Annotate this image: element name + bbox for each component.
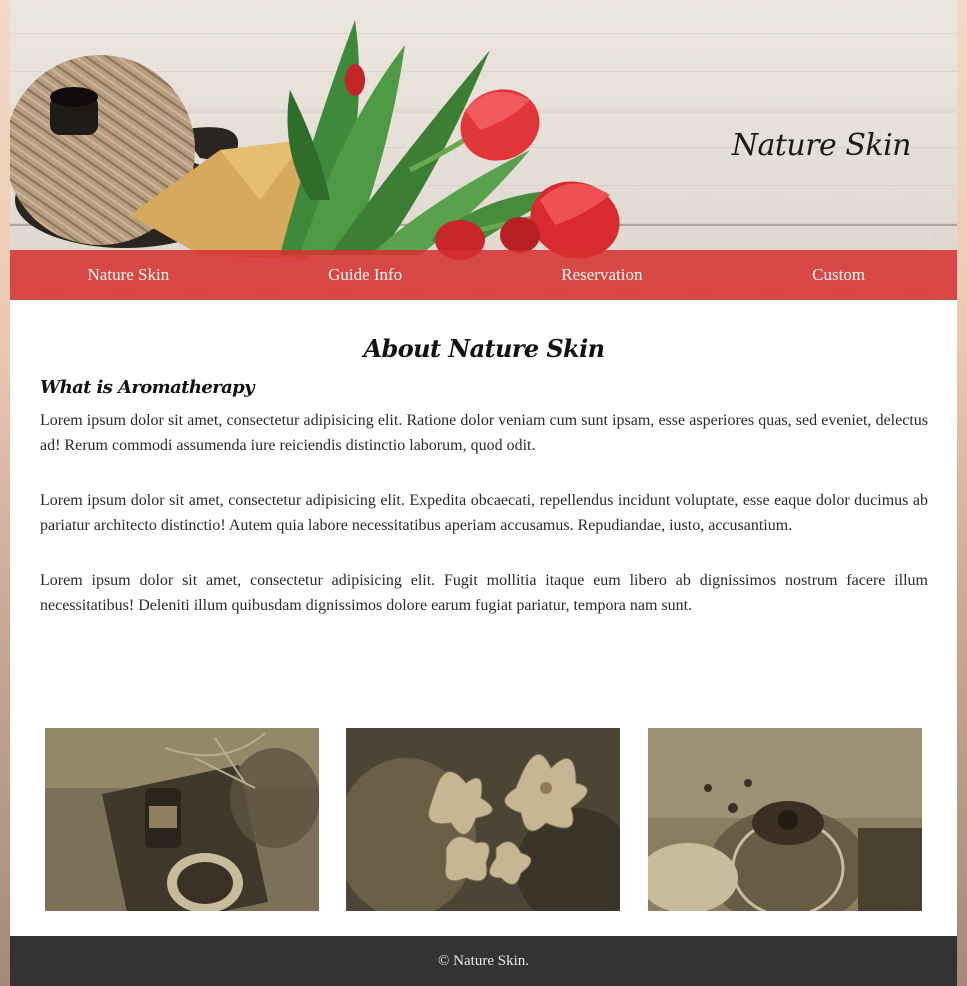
hero-banner: Nature Skin Nature Skin Guide Info Reser… bbox=[10, 0, 957, 300]
page-title: About Nature Skin bbox=[363, 334, 606, 363]
nav-item-reservation[interactable]: Reservation bbox=[484, 250, 721, 300]
aroma-oil-tea-photo bbox=[45, 728, 319, 911]
section-title: What is Aromatherapy bbox=[40, 377, 255, 398]
paragraph-3: Lorem ipsum dolor sit amet, consectetur … bbox=[40, 572, 928, 614]
main-content: About Nature Skin What is Aromatherapy L… bbox=[40, 300, 928, 648]
footer-copyright: © Nature Skin. bbox=[438, 952, 529, 969]
paragraph-2: Lorem ipsum dolor sit amet, consectetur … bbox=[40, 492, 928, 534]
nav-item-custom[interactable]: Custom bbox=[720, 250, 957, 300]
paragraph-1: Lorem ipsum dolor sit amet, consectetur … bbox=[40, 412, 928, 454]
footer: © Nature Skin. bbox=[10, 936, 957, 986]
page-container: Nature Skin Nature Skin Guide Info Reser… bbox=[10, 0, 957, 986]
flowers-in-hands-photo bbox=[346, 728, 620, 911]
brand-title: Nature Skin bbox=[731, 128, 912, 163]
nav-item-guide-info[interactable]: Guide Info bbox=[247, 250, 484, 300]
photo-gallery bbox=[45, 728, 922, 911]
nav-item-nature-skin[interactable]: Nature Skin bbox=[10, 250, 247, 300]
flower-in-glass-photo bbox=[648, 728, 922, 911]
main-nav: Nature Skin Guide Info Reservation Custo… bbox=[10, 250, 957, 300]
